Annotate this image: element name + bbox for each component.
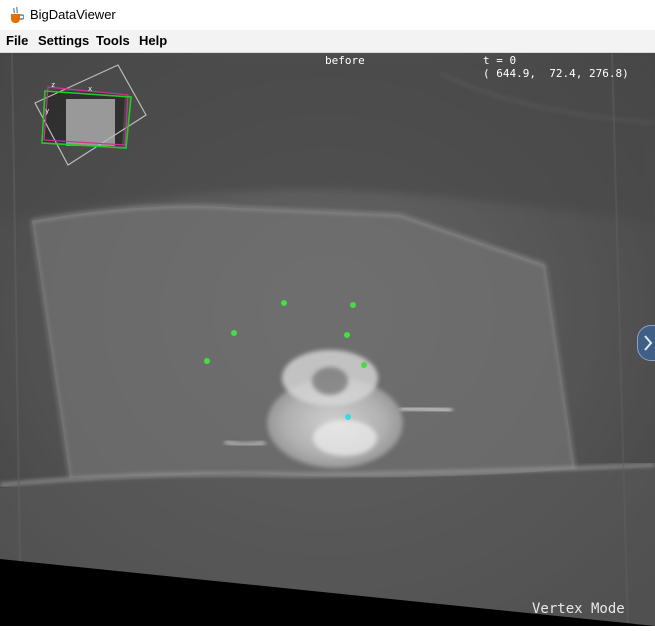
mouse-coordinates-label: ( 644.9, 72.4, 276.8) <box>483 67 629 80</box>
menu-file[interactable]: File <box>6 33 28 48</box>
navigator-axis-y: y <box>45 107 49 115</box>
menu-help[interactable]: Help <box>139 33 167 48</box>
mode-label: Vertex Mode <box>532 601 625 617</box>
landmark-point[interactable] <box>361 362 367 368</box>
active-landmark-point[interactable] <box>345 414 351 420</box>
chevron-right-icon <box>644 335 653 351</box>
window-title: BigDataViewer <box>30 7 116 22</box>
title-bar: BigDataViewer <box>0 0 655 30</box>
ct-slice-image: x y z <box>0 53 655 631</box>
java-coffee-cup-icon <box>11 6 24 23</box>
landmark-point[interactable] <box>204 358 210 364</box>
menu-bar: File Settings Tools Help <box>0 30 655 53</box>
timepoint-label: t = 0 <box>483 54 517 67</box>
landmark-point[interactable] <box>281 300 287 306</box>
window-bottom-edge <box>0 626 655 631</box>
source-name-label: before <box>325 54 365 67</box>
navigator-axis-z: z <box>51 81 55 89</box>
landmark-point[interactable] <box>344 332 350 338</box>
navigator-axis-x: x <box>88 85 92 93</box>
image-viewer-canvas[interactable]: x y z before t = 0 ( 644.9, 72.4, 276.8)… <box>0 53 655 631</box>
menu-tools[interactable]: Tools <box>96 33 130 48</box>
landmark-point[interactable] <box>231 330 237 336</box>
menu-settings[interactable]: Settings <box>38 33 89 48</box>
side-panel-toggle-button[interactable] <box>637 325 655 361</box>
landmark-point[interactable] <box>350 302 356 308</box>
